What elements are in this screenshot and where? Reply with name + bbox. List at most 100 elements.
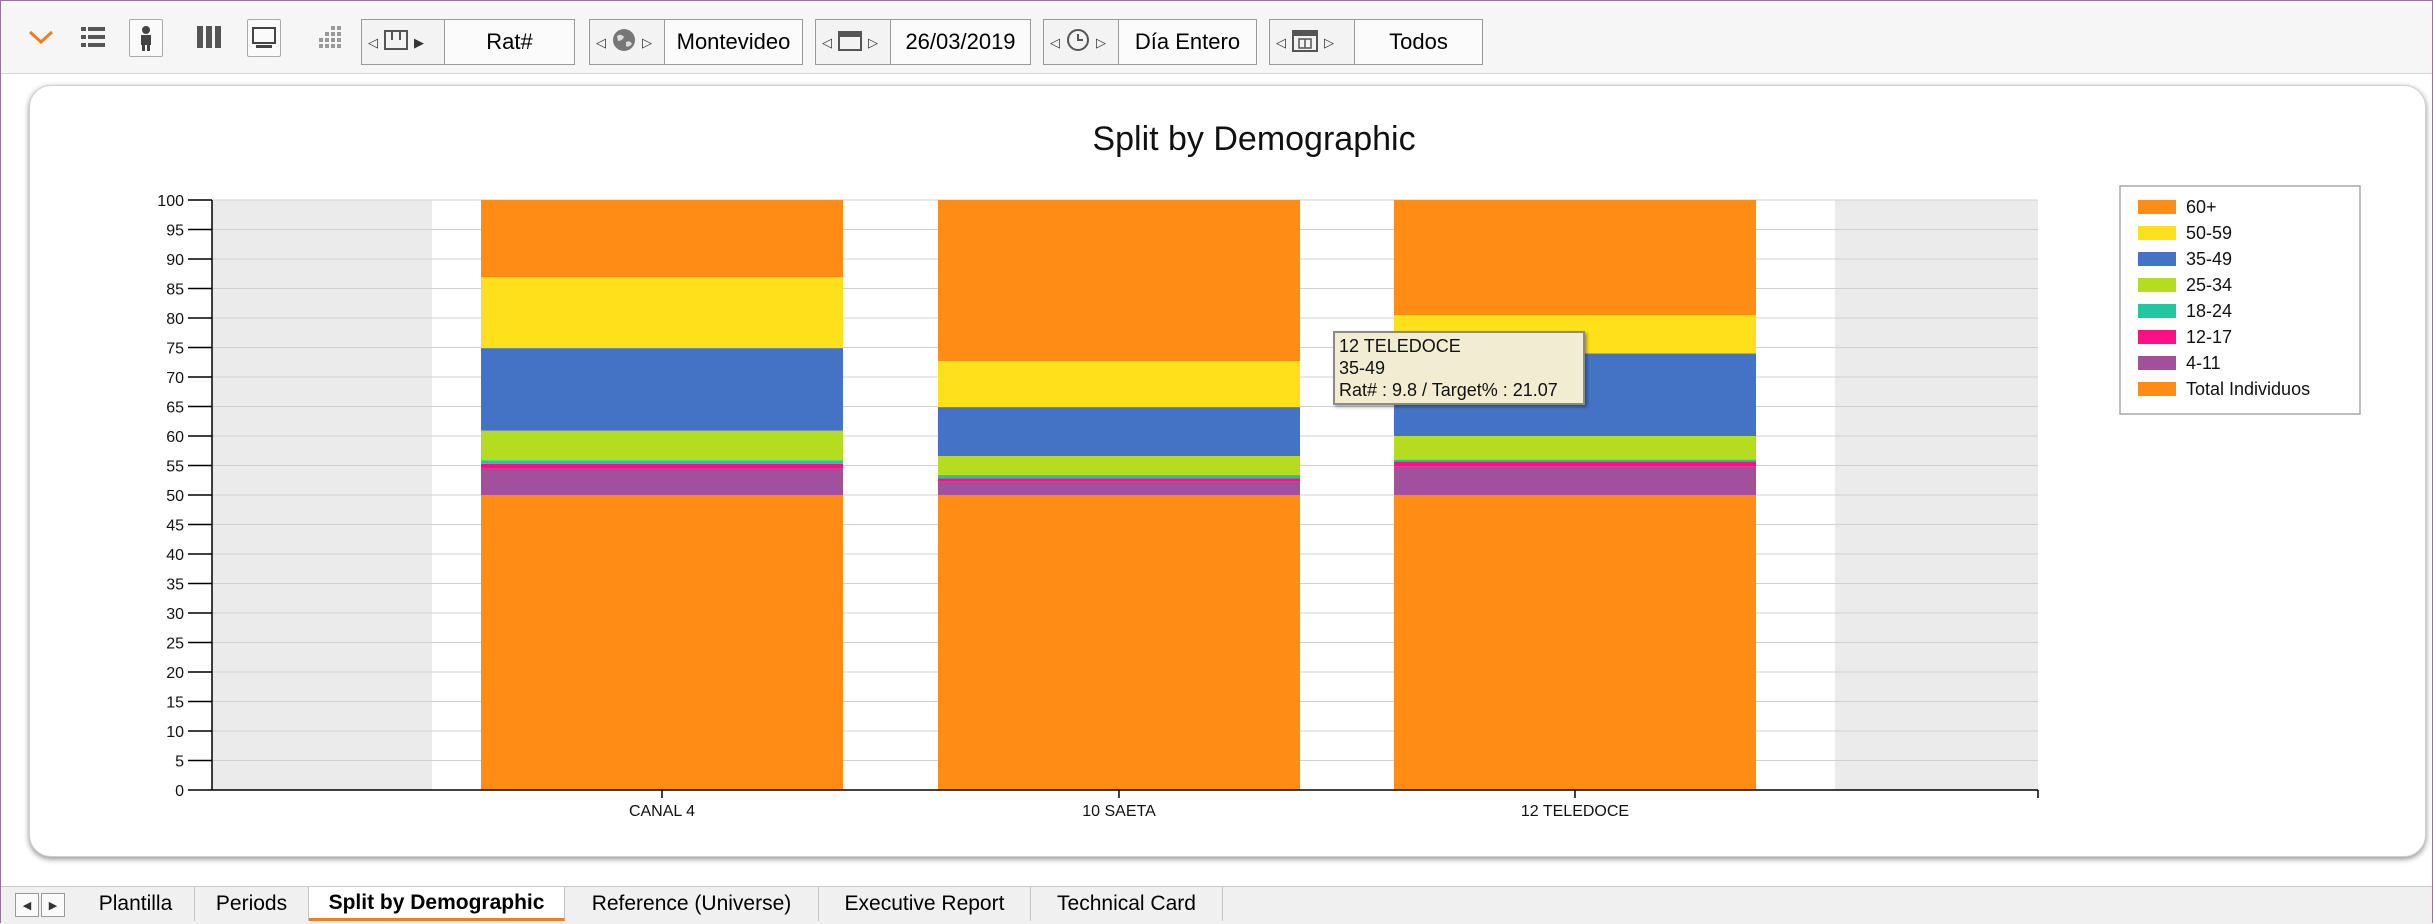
list-view-icon[interactable] [77,19,109,55]
date-value: 26/03/2019 [905,29,1016,54]
y-tick-label: 25 [166,636,184,653]
tab-executive-report[interactable]: Executive Report [819,887,1031,921]
prev-arrow-icon[interactable]: ◁ [1276,36,1286,49]
y-tick-label: 35 [166,577,184,594]
grid-view-icon[interactable] [313,19,345,55]
measure-filter[interactable]: ◁ ▶ Rat# [361,19,575,65]
globe-icon [612,28,636,57]
chevron-down-icon[interactable] [25,19,57,55]
calendar-grid-icon [1292,28,1318,57]
next-arrow-icon[interactable]: ▷ [1096,36,1106,49]
legend-swatch [2138,356,2176,370]
calendar-icon [838,29,862,56]
prev-arrow-icon[interactable]: ◁ [368,36,378,49]
columns-icon [384,29,408,55]
next-arrow-icon[interactable]: ▷ [1324,36,1334,49]
legend-swatch [2138,304,2176,318]
chart-tooltip: 12 TELEDOCE 35-49 Rat# : 9.8 / Target% :… [1333,331,1585,405]
tab-plantilla[interactable]: Plantilla [77,887,195,921]
bar-segment[interactable] [481,495,843,790]
tab-technical-card[interactable]: Technical Card [1031,887,1223,921]
legend-swatch [2138,252,2176,266]
next-arrow-icon[interactable]: ▶ [414,36,424,49]
time-filter[interactable]: ◁ ▷ Día Entero [1043,19,1257,65]
legend-label: Total Individuos [2186,379,2310,399]
legend-swatch [2138,382,2176,396]
x-tick-label: CANAL 4 [629,803,695,820]
bar-segment[interactable] [481,200,843,278]
y-tick-label: 50 [166,488,184,505]
legend-label: 60+ [2186,197,2217,217]
tab-scroll-right-icon[interactable]: ▶ [41,893,65,917]
bar-segment[interactable] [938,456,1300,475]
stacked-bar-chart: Split by Demographic 0 5 10 15 20 25 30 35 40 45 5… [157,120,2361,820]
legend-label: 12-17 [2186,327,2232,347]
y-tick-label: 5 [175,754,184,771]
person-icon[interactable] [129,19,163,57]
region-filter[interactable]: ◁ ▷ Montevideo [589,19,803,65]
y-tick-label: 0 [175,783,184,800]
bar-segment[interactable] [938,481,1300,495]
legend-label: 25-34 [2186,275,2232,295]
legend-label: 35-49 [2186,249,2232,269]
y-tick-label: 95 [166,223,184,240]
toolbar: ◁ ▶ Rat# ◁ ▷ Montevideo ◁ ▷ 26/03/2019 ◁… [1,1,2432,74]
region-value: Montevideo [676,29,791,54]
legend-label: 18-24 [2186,301,2232,321]
bar-segment[interactable] [938,200,1300,362]
monitor-icon[interactable] [247,19,281,57]
bar-segment[interactable] [938,361,1300,408]
tooltip-channel: 12 TELEDOCE [1339,336,1461,356]
legend-swatch [2138,330,2176,344]
bar-segment[interactable] [938,474,1300,479]
x-tick-label: 12 TELEDOCE [1521,803,1629,820]
bar-segment[interactable] [481,277,843,349]
legend-swatch [2138,200,2176,214]
bar-segment[interactable] [481,460,843,464]
bar-segment[interactable] [481,463,843,469]
bar-segment[interactable] [938,407,1300,457]
prev-arrow-icon[interactable]: ◁ [596,36,606,49]
next-arrow-icon[interactable]: ▷ [868,36,878,49]
columns-view-icon[interactable] [193,19,225,55]
y-tick-label: 85 [166,282,184,299]
legend-label: 4-11 [2186,353,2221,373]
legend-label: 50-59 [2186,223,2232,243]
bar-segment[interactable] [1394,459,1756,462]
tooltip-values: Rat# : 9.8 / Target% : 21.07 [1339,380,1558,400]
y-tick-label: 75 [166,341,184,358]
bar-segment[interactable] [1394,495,1756,790]
bar-segment[interactable] [1394,466,1756,495]
time-value: Día Entero [1134,29,1241,54]
bar-segment[interactable] [481,430,843,461]
days-value: Todos [1389,29,1448,54]
prev-arrow-icon[interactable]: ◁ [1050,36,1060,49]
y-tick-label: 100 [157,193,184,210]
clock-icon [1066,28,1090,57]
tab-reference-universe[interactable]: Reference (Universe) [565,887,819,921]
legend-swatch [2138,226,2176,240]
measure-value: Rat# [486,29,533,54]
y-tick-label: 40 [166,547,184,564]
days-filter[interactable]: ◁ ▷ Todos [1269,19,1483,65]
tab-periods[interactable]: Periods [195,887,309,921]
y-tick-label: 65 [166,400,184,417]
y-tick-label: 80 [166,311,184,328]
bar-segment[interactable] [1394,436,1756,460]
prev-arrow-icon[interactable]: ◁ [822,36,832,49]
y-tick-label: 70 [166,370,184,387]
bar-segment[interactable] [1394,461,1756,467]
bar-segment[interactable] [481,468,843,495]
next-arrow-icon[interactable]: ▷ [642,36,652,49]
y-tick-label: 55 [166,459,184,476]
bar-segment[interactable] [938,495,1300,790]
y-tick-label: 60 [166,429,184,446]
date-filter[interactable]: ◁ ▷ 26/03/2019 [815,19,1031,65]
bar-segment[interactable] [481,348,843,431]
bar-segment[interactable] [1394,200,1756,316]
bar-segment[interactable] [938,478,1300,482]
y-tick-label: 15 [166,695,184,712]
y-tick-label: 30 [166,606,184,623]
tab-scroll-left-icon[interactable]: ◀ [15,893,39,917]
tab-split-by-demographic[interactable]: Split by Demographic [309,887,565,921]
